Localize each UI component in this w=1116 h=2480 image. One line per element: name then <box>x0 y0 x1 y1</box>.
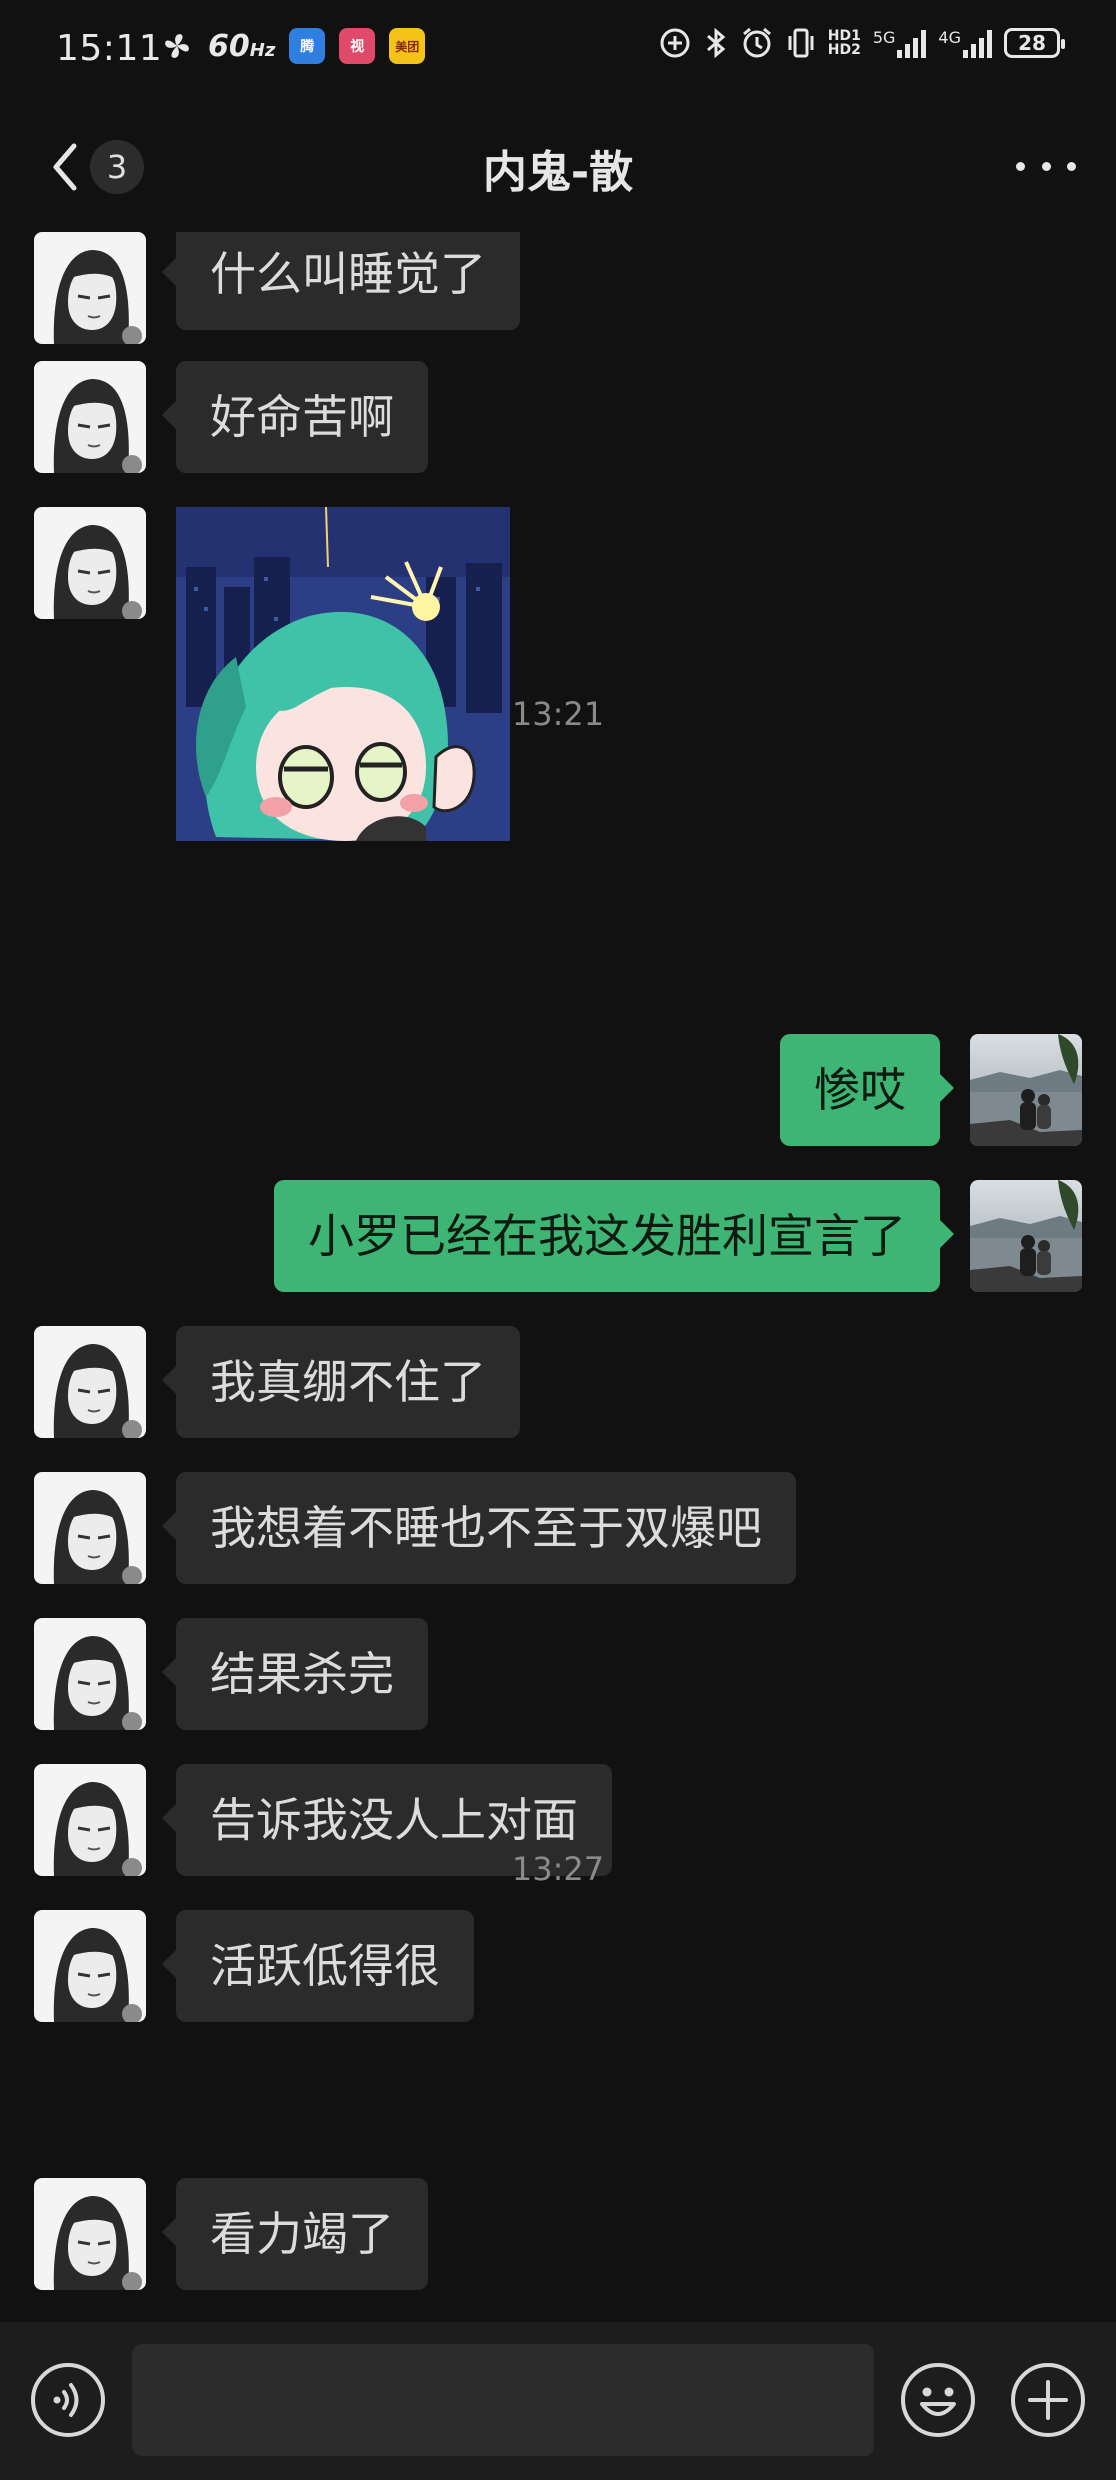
data-saver-icon <box>660 28 690 58</box>
outgoing-message-bubble[interactable]: 惨哎 <box>780 1034 954 1146</box>
app-badge-icon: 腾 <box>289 28 326 64</box>
chat-screen: 15:11 60Hz 腾 视 美团 HD1 HD2 5G 4G 28 3 内鬼-… <box>0 0 1116 2480</box>
emoji-icon[interactable] <box>900 2362 976 2438</box>
app-badge-icon: 视 <box>339 28 376 64</box>
incoming-message-bubble[interactable]: 什么叫睡觉了 <box>162 232 520 330</box>
chat-header: 3 内鬼-散 <box>0 100 1116 232</box>
incoming-message-bubble[interactable]: 结果杀完 <box>162 1618 428 1730</box>
message-timestamp: 13:21 <box>511 695 605 733</box>
alarm-icon <box>742 27 771 58</box>
incoming-message-bubble[interactable]: 看力竭了 <box>162 2178 428 2290</box>
sticker-image[interactable] <box>176 507 510 841</box>
more-dots-icon[interactable] <box>1016 146 1076 186</box>
message-input[interactable] <box>132 2344 874 2456</box>
status-right-icons: HD1 HD2 5G 4G 28 <box>658 26 1065 60</box>
incoming-message-bubble[interactable]: 我真绷不住了 <box>162 1326 520 1438</box>
fan-icon <box>165 34 189 58</box>
voice-icon[interactable] <box>30 2362 106 2438</box>
outgoing-message-bubble[interactable]: 小罗已经在我这发胜利宣言了 <box>274 1180 954 1292</box>
contact-avatar[interactable] <box>34 507 146 619</box>
signal-bars-icon <box>963 28 992 58</box>
message-list[interactable]: 什么叫睡觉了好命苦啊 13:21 惨哎小罗已经在我这发胜利宣言了我真绷不住了我想着不… <box>0 232 1116 2322</box>
status-left-icons: 60Hz 腾 视 美团 <box>160 28 426 64</box>
app-badge-icon: 美团 <box>389 28 426 64</box>
vibrate-icon <box>788 28 814 58</box>
my-avatar[interactable] <box>970 1034 1082 1146</box>
chat-title: 内鬼-散 <box>482 147 634 198</box>
bluetooth-icon <box>706 27 726 59</box>
contact-avatar[interactable] <box>34 232 146 344</box>
contact-avatar[interactable] <box>34 1618 146 1730</box>
contact-avatar[interactable] <box>34 2178 146 2290</box>
incoming-message-bubble[interactable]: 好命苦啊 <box>162 361 428 473</box>
battery-indicator: 28 <box>1004 28 1065 58</box>
refresh-rate: 60Hz <box>208 28 276 64</box>
signal-4g: 4G <box>938 28 992 58</box>
plus-icon[interactable] <box>1010 2362 1086 2438</box>
input-bar <box>0 2322 1116 2480</box>
message-timestamp: 13:27 <box>511 1850 605 1888</box>
status-time: 15:11 <box>56 28 163 69</box>
signal-bars-icon <box>897 28 927 58</box>
contact-avatar[interactable] <box>34 361 146 473</box>
hd-indicator: HD1 HD2 <box>827 28 861 58</box>
incoming-message-bubble[interactable]: 我想着不睡也不至于双爆吧 <box>162 1472 796 1584</box>
my-avatar[interactable] <box>970 1180 1082 1292</box>
incoming-message-bubble[interactable]: 活跃低得很 <box>162 1910 474 2022</box>
contact-avatar[interactable] <box>34 1326 146 1438</box>
contact-avatar[interactable] <box>34 1910 146 2022</box>
contact-avatar[interactable] <box>34 1472 146 1584</box>
status-bar: 15:11 60Hz 腾 视 美团 HD1 HD2 5G 4G 28 <box>0 0 1116 100</box>
signal-5g: 5G <box>873 28 927 58</box>
